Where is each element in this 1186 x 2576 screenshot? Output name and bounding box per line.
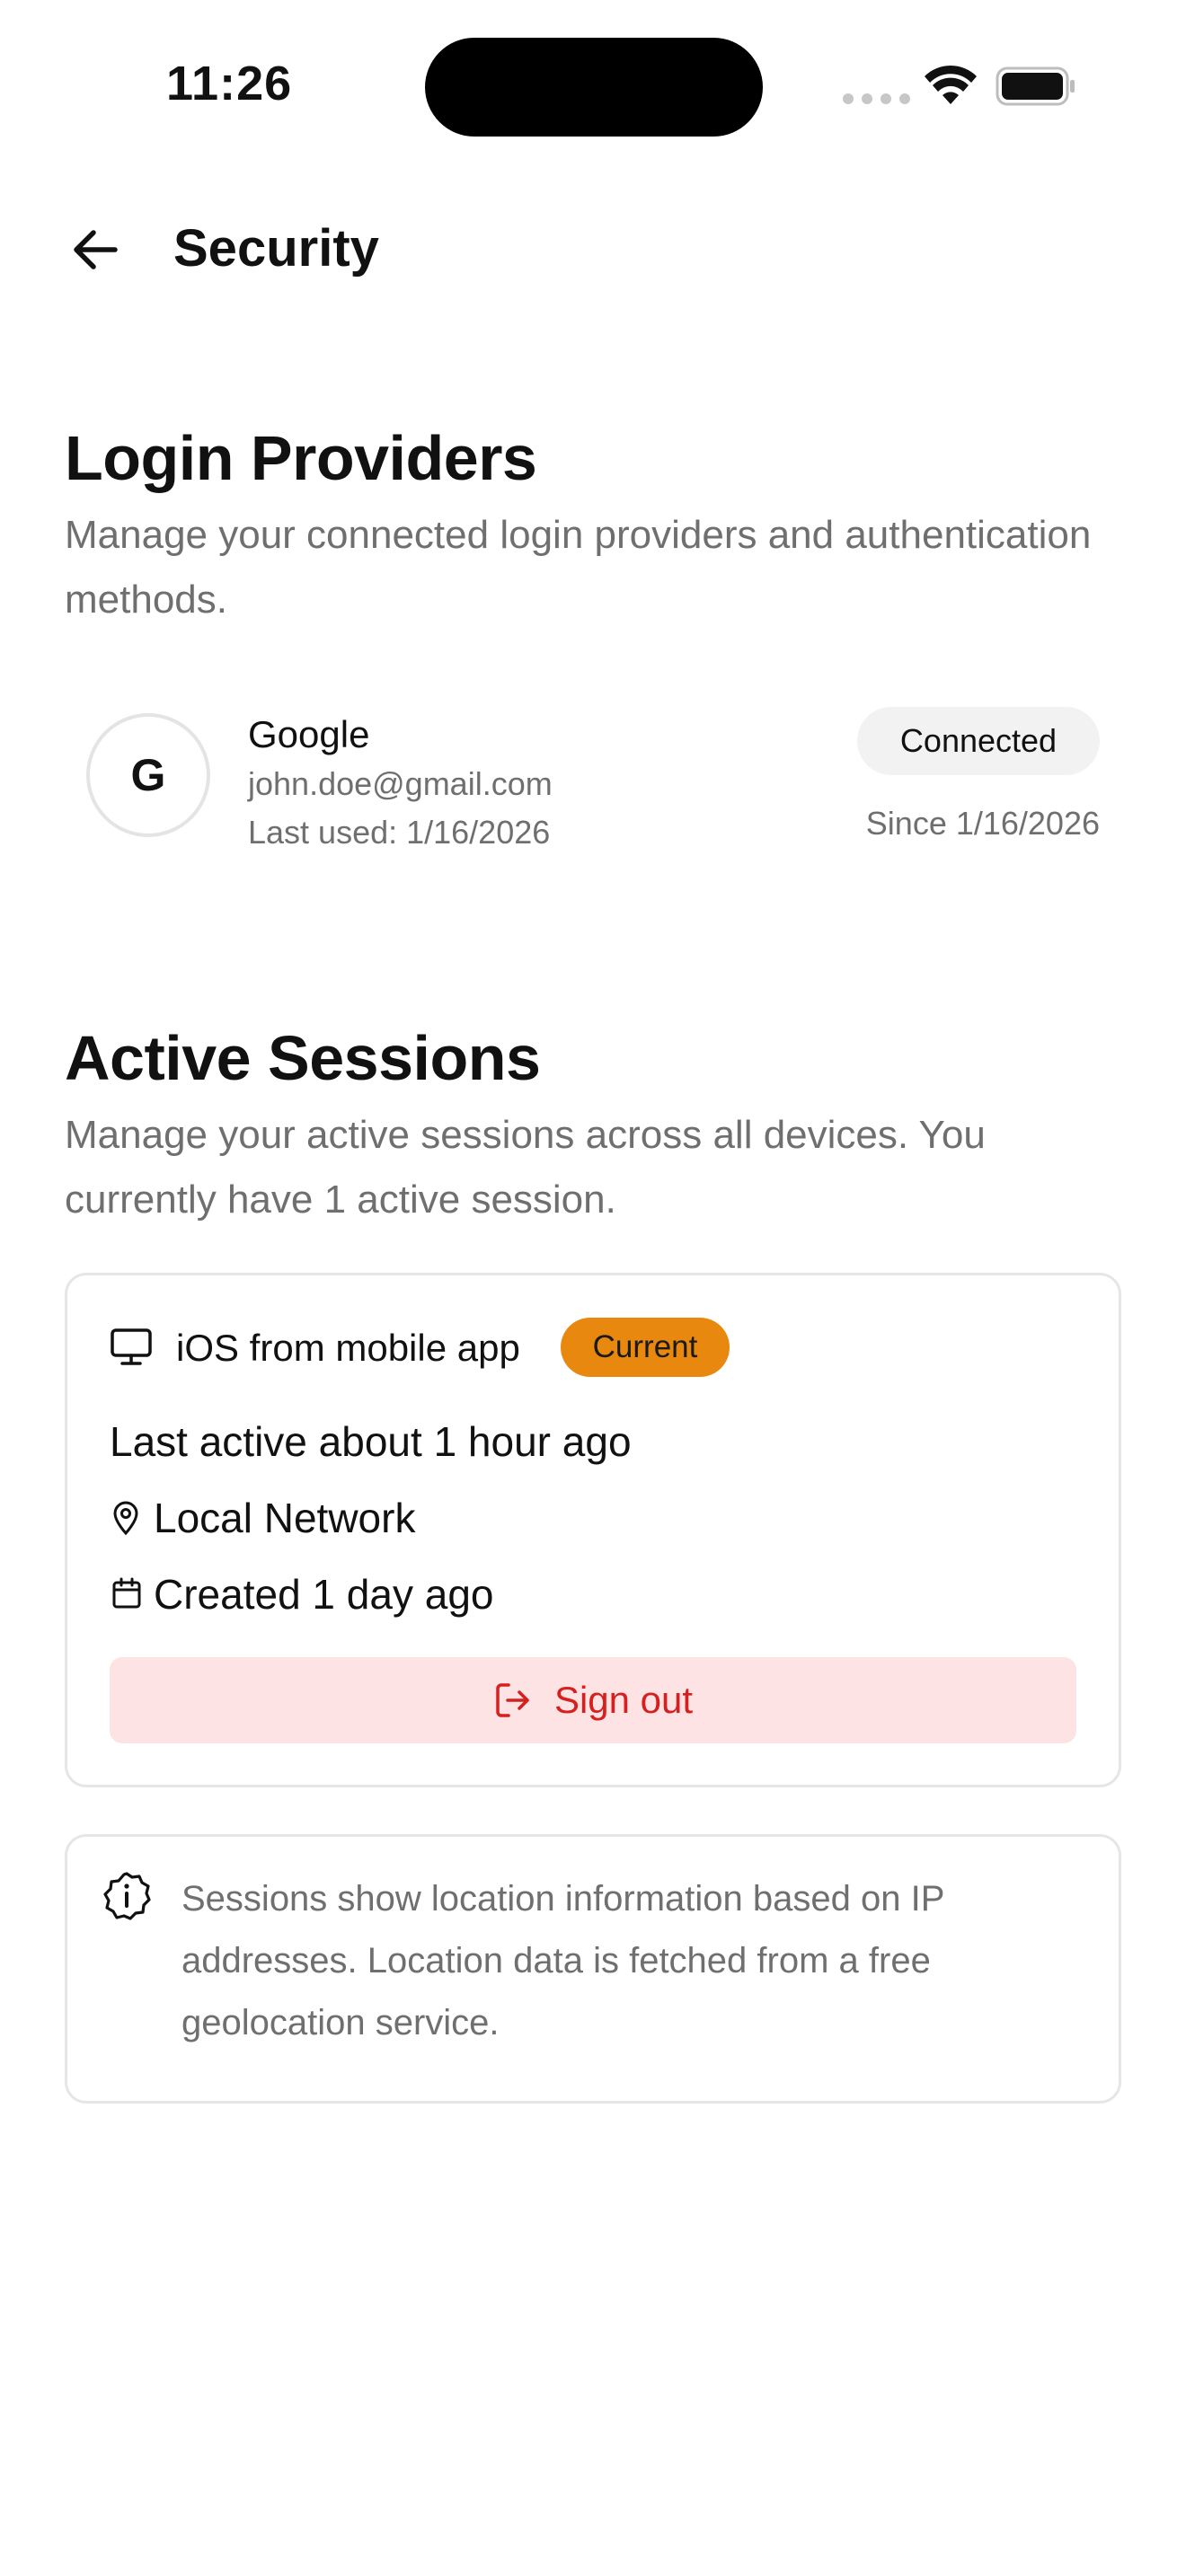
connected-badge-label: Connected bbox=[899, 722, 1058, 759]
monitor-icon bbox=[111, 1328, 152, 1365]
log-out-icon bbox=[496, 1683, 529, 1717]
login-providers-description: Manage your connected login providers an… bbox=[65, 513, 1092, 622]
current-session-badge-label: Current bbox=[592, 1329, 698, 1364]
active-sessions-heading: Active Sessions bbox=[65, 1023, 541, 1093]
cellular-signal-icon bbox=[843, 93, 910, 104]
sessions-info-text: Sessions show location information based… bbox=[181, 1879, 944, 2042]
calendar-icon bbox=[112, 1577, 141, 1609]
provider-last-used: Last used: 1/16/2026 bbox=[248, 814, 551, 851]
info-badge-icon bbox=[103, 1872, 151, 1920]
battery-icon bbox=[996, 66, 1075, 106]
map-pin-icon bbox=[113, 1501, 138, 1536]
provider-initial: G bbox=[130, 750, 166, 800]
session-created: Created 1 day ago bbox=[154, 1571, 494, 1618]
sign-out-label: Sign out bbox=[553, 1679, 694, 1721]
current-session-badge: Current bbox=[561, 1318, 730, 1377]
active-sessions-description: Manage your active sessions across all d… bbox=[65, 1113, 986, 1222]
status-time: 11:26 bbox=[166, 57, 293, 110]
session-location: Local Network bbox=[154, 1495, 416, 1541]
session-device-name: iOS from mobile app bbox=[176, 1327, 520, 1369]
wifi-icon bbox=[925, 65, 977, 104]
provider-email: john.doe@gmail.com bbox=[248, 765, 553, 802]
session-last-active: Last active about 1 hour ago bbox=[110, 1418, 632, 1465]
back-arrow-icon[interactable] bbox=[68, 223, 122, 277]
sign-out-button[interactable]: Sign out bbox=[110, 1657, 1076, 1743]
provider-name: Google bbox=[248, 713, 370, 755]
dynamic-island bbox=[425, 38, 763, 137]
google-logo-icon: G bbox=[86, 713, 210, 837]
login-providers-heading: Login Providers bbox=[65, 423, 537, 493]
provider-since: Since 1/16/2026 bbox=[865, 805, 1100, 842]
connected-badge: Connected bbox=[857, 707, 1100, 775]
page-title: Security bbox=[173, 219, 379, 278]
